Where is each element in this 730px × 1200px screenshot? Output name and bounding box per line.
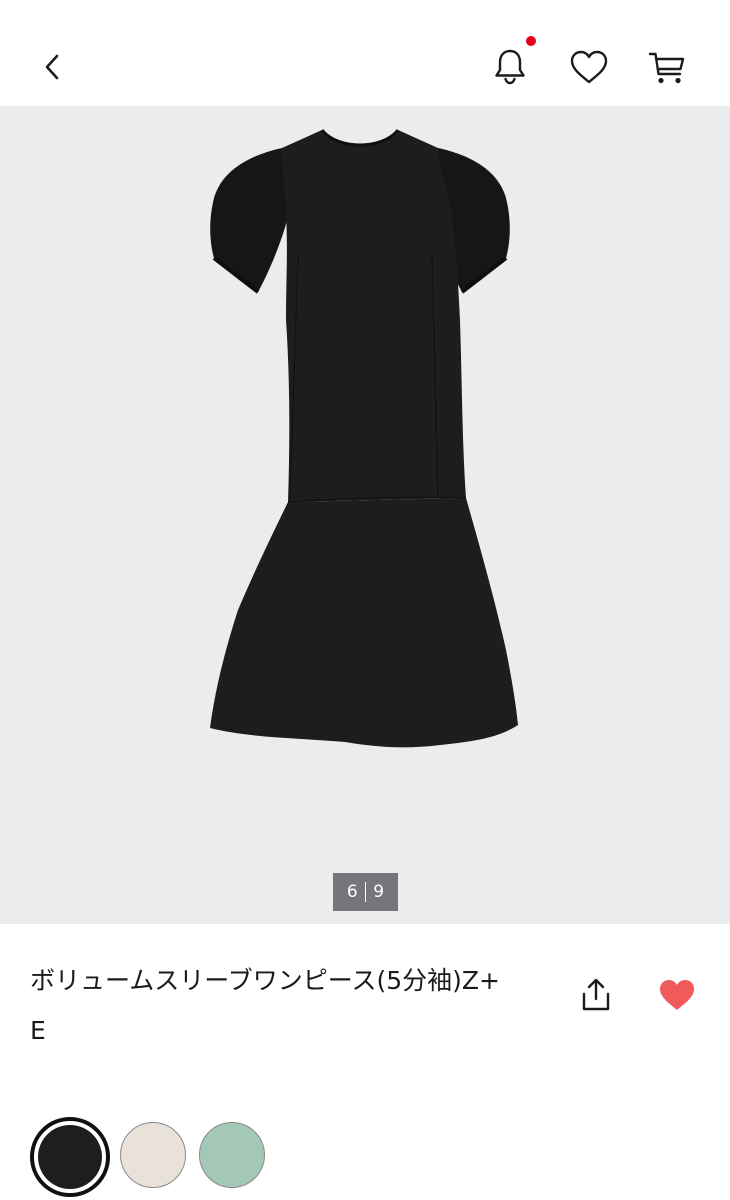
bell-icon: [495, 49, 525, 85]
heart-outline-icon: [570, 50, 608, 84]
share-button[interactable]: [572, 970, 620, 1020]
swatch-fill: [120, 1122, 186, 1188]
notifications-button[interactable]: [486, 42, 534, 92]
product-image-gallery[interactable]: 6 9: [0, 106, 730, 924]
current-image-number: 6: [346, 882, 358, 902]
back-button[interactable]: [28, 42, 78, 92]
product-title: ボリュームスリーブワンピース(5分袖)Z+E: [30, 966, 500, 1045]
heart-filled-icon: [660, 980, 694, 1010]
favorites-button[interactable]: [564, 42, 614, 92]
like-button[interactable]: [652, 970, 702, 1020]
color-swatch-black[interactable]: [30, 1117, 110, 1197]
chevron-left-icon: [45, 54, 59, 80]
total-image-count: 9: [373, 882, 385, 902]
cart-button[interactable]: [642, 42, 692, 92]
color-swatch-list: [0, 1110, 730, 1200]
color-swatch-beige[interactable]: [120, 1122, 186, 1188]
notification-badge: [526, 36, 536, 46]
counter-separator: [364, 882, 367, 902]
color-swatch-mint[interactable]: [199, 1122, 265, 1188]
swatch-fill: [38, 1125, 102, 1189]
image-counter: 6 9: [333, 873, 398, 911]
swatch-fill: [199, 1122, 265, 1188]
cart-icon: [648, 52, 685, 84]
top-app-bar: [0, 0, 730, 106]
product-image: [210, 129, 518, 748]
share-icon: [582, 978, 610, 1011]
